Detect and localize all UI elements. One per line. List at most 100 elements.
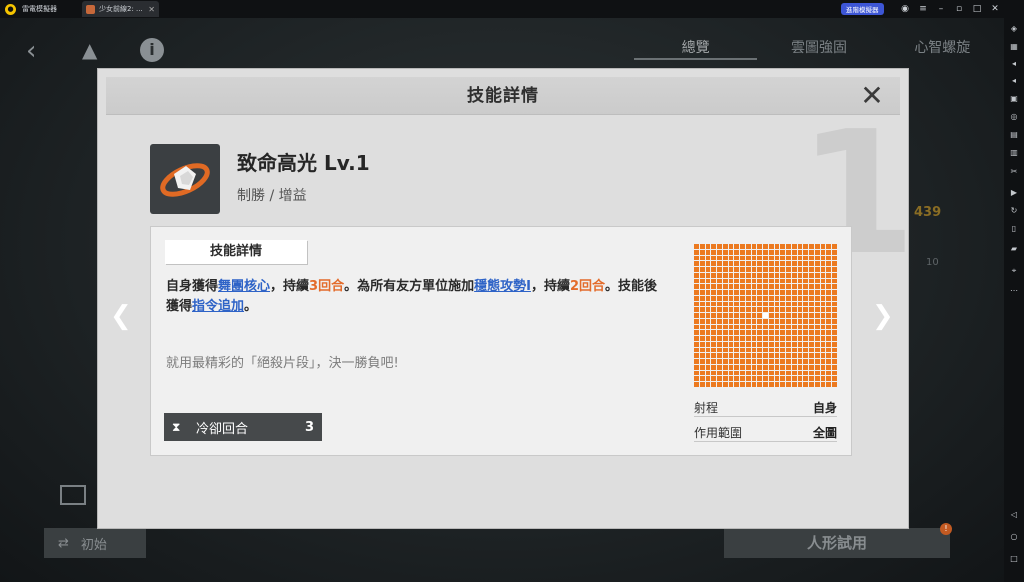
grid-cell [786, 255, 791, 261]
grid-cell [699, 284, 705, 289]
grid-cell [786, 307, 791, 313]
grid-cell [774, 261, 780, 266]
grid-cell [711, 318, 717, 324]
grid-cell [820, 364, 826, 370]
tab-overview[interactable]: 總覽 [634, 36, 758, 60]
grid-cell [740, 370, 745, 376]
sync-button[interactable]: 進階模擬器 [841, 3, 884, 15]
prev-skill-arrow-icon[interactable]: ❮ [110, 301, 132, 331]
grid-cell [711, 364, 717, 370]
grid-cell [734, 284, 740, 289]
app-tab[interactable]: 少女前線2: ... ✕ [82, 1, 159, 17]
emulator-logo-icon: ● [5, 3, 16, 15]
grid-cell [745, 255, 751, 261]
grid-cell [717, 267, 722, 272]
volume-up-icon[interactable]: ◂ [1009, 59, 1019, 69]
grid-cell [814, 255, 820, 261]
grid-cell [717, 284, 722, 289]
tab-close-icon[interactable]: ✕ [148, 5, 155, 14]
grid-cell [832, 301, 837, 307]
recent-apps-icon[interactable]: □ [1009, 554, 1019, 564]
grid-cell [809, 244, 814, 249]
next-skill-arrow-icon[interactable]: ❯ [872, 301, 894, 331]
grid-cell [694, 353, 699, 359]
folder-icon[interactable]: ▰ [1009, 244, 1019, 254]
grid-cell [717, 301, 722, 307]
reset-button[interactable]: ⇄ 初始 [44, 528, 146, 558]
menu-icon[interactable]: ≡ [916, 2, 930, 16]
grid-cell [751, 347, 757, 353]
tab-mind-spiral[interactable]: 心智螺旋 [881, 36, 1004, 60]
sync-icon[interactable]: ↻ [1009, 206, 1019, 216]
grid-cell [745, 336, 751, 341]
more-icon[interactable]: ⋯ [1009, 286, 1019, 296]
grid-cell [745, 353, 751, 359]
tab-cloud-strengthen[interactable]: 雲圖強固 [757, 36, 880, 60]
skill-emblem-icon [160, 163, 210, 197]
grid-cell [717, 261, 722, 266]
grid-cell [826, 307, 832, 313]
grid-cell [826, 261, 832, 266]
grid-cell [768, 353, 774, 359]
grid-cell [717, 278, 722, 284]
grid-cell [751, 341, 757, 347]
restore-icon[interactable]: ▫ [952, 2, 966, 16]
record-icon[interactable]: ◎ [1009, 112, 1019, 122]
minimize-icon[interactable]: – [934, 2, 948, 16]
grid-cell [826, 244, 832, 249]
grid-cell [768, 313, 774, 318]
grid-cell [774, 341, 780, 347]
skill-detail-panel: 技能詳情 自身獲得舞團核心，持續3回合。為所有友方單位施加穩態攻勢I，持續2回合… [150, 226, 852, 456]
grid-cell [780, 249, 786, 255]
grid-cell [763, 376, 768, 382]
grid-cell [826, 376, 832, 382]
grid-cell [740, 324, 745, 330]
keyword-steady-offense[interactable]: 穩態攻勢I [474, 279, 531, 294]
grid-cell [809, 284, 814, 289]
grid-cell [803, 364, 809, 370]
close-icon[interactable]: ✕ [858, 82, 886, 110]
trial-button[interactable]: 人形試用 [724, 528, 950, 558]
grid-cell [803, 255, 809, 261]
drive-icon[interactable]: ▲ [82, 38, 97, 62]
home-icon[interactable]: ○ [1009, 532, 1019, 542]
grid-cell [728, 255, 734, 261]
scissors-icon[interactable]: ✂ [1009, 167, 1019, 177]
grid-cell [751, 376, 757, 382]
grid-cell [820, 301, 826, 307]
grid-cell [786, 376, 791, 382]
grid-cell [699, 261, 705, 266]
grid-cell [803, 244, 809, 249]
video-icon[interactable]: ▶ [1009, 188, 1019, 198]
shake-icon[interactable]: ▥ [1009, 148, 1019, 158]
keyword-dance-core[interactable]: 舞團核心 [218, 279, 270, 294]
grid-cell [814, 272, 820, 278]
screenshot-icon[interactable]: ▣ [1009, 94, 1019, 104]
grid-cell [699, 330, 705, 336]
grid-cell [711, 244, 717, 249]
phone-icon[interactable]: ▯ [1009, 224, 1019, 234]
close-window-icon[interactable]: ✕ [988, 2, 1002, 16]
maximize-icon[interactable]: □ [970, 2, 984, 16]
grid-cell [763, 330, 768, 336]
grid-cell [711, 284, 717, 289]
grid-cell [814, 376, 820, 382]
video-icon-bg[interactable] [60, 485, 86, 505]
grid-cell [826, 278, 832, 284]
grid-cell [763, 307, 768, 313]
grid-cell [751, 284, 757, 289]
apk-icon[interactable]: ▤ [1009, 130, 1019, 140]
grid-cell [699, 249, 705, 255]
keyboard-icon[interactable]: ▦ [1009, 42, 1019, 52]
gamepad-icon[interactable]: ◈ [1009, 24, 1019, 34]
grid-cell [803, 295, 809, 301]
grid-cell [820, 244, 826, 249]
back-arrow-icon[interactable]: ‹ [26, 36, 36, 66]
location-icon[interactable]: ⌖ [1009, 266, 1019, 276]
back-icon[interactable]: ◁ [1009, 510, 1019, 520]
grid-cell [797, 313, 803, 318]
info-icon[interactable]: i [140, 38, 164, 62]
keyword-command-append[interactable]: 指令追加 [192, 299, 244, 314]
account-icon[interactable]: ◉ [898, 2, 912, 16]
volume-down-icon[interactable]: ◂ [1009, 76, 1019, 86]
